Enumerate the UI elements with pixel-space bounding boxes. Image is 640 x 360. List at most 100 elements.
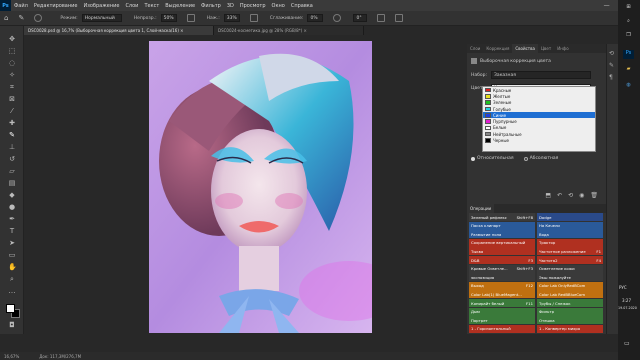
menu-filter[interactable]: Фильтр xyxy=(198,3,224,9)
rectangle-tool-icon[interactable]: ▭ xyxy=(8,252,16,259)
brush-preset-icon[interactable] xyxy=(34,14,43,22)
action-button-left[interactable]: Пасха клипарт xyxy=(469,221,535,230)
menu-3d[interactable]: 3D xyxy=(224,3,237,9)
hand-tool-icon[interactable]: ✋ xyxy=(8,264,17,271)
action-button-right[interactable]: Экш пожалуйте xyxy=(537,273,603,282)
brush-settings-icon[interactable]: ✎ xyxy=(609,62,614,69)
action-button-right[interactable]: Dodge xyxy=(537,213,603,221)
action-button-right[interactable]: Частотное разложение F1 xyxy=(537,247,603,256)
marquee-tool-icon[interactable]: ⬚ xyxy=(8,48,16,55)
document-size[interactable]: Док: 117,3M/276,7M xyxy=(39,354,81,359)
action-button-right[interactable]: Color Lab OnlyRedBCom xyxy=(537,281,603,290)
visibility-icon[interactable]: ◉ xyxy=(579,192,584,199)
eraser-tool-icon[interactable]: ▱ xyxy=(8,168,16,175)
pressure-size-icon[interactable] xyxy=(377,14,386,22)
action-button-left[interactable]: Копирайт белый F11 xyxy=(469,299,535,307)
tab-properties[interactable]: Свойства xyxy=(512,44,538,53)
menu-view[interactable]: Просмотр xyxy=(237,3,269,9)
language-indicator[interactable]: РУС xyxy=(619,285,627,290)
pressure-opacity-icon[interactable] xyxy=(186,14,195,22)
history-icon[interactable]: ⟲ xyxy=(609,50,614,57)
menu-layers[interactable]: Слои xyxy=(122,3,141,9)
more-tools-icon[interactable]: … xyxy=(8,288,16,295)
action-button-left[interactable]: экспозиция xyxy=(469,273,535,282)
action-button-left[interactable]: Тыква xyxy=(469,247,535,256)
minimize-icon[interactable]: — xyxy=(604,2,610,9)
foreground-color-swatch[interactable] xyxy=(6,304,15,313)
flow-field[interactable]: 33% xyxy=(223,14,240,22)
explorer-task-icon[interactable]: ▰ xyxy=(623,66,634,75)
search-icon[interactable]: ⌕ xyxy=(623,18,634,27)
action-button-right[interactable]: Трубы / Снежок xyxy=(537,299,603,307)
airbrush-icon[interactable] xyxy=(249,14,258,22)
action-button-right[interactable]: Осветление кожи xyxy=(537,264,603,273)
tab-document-1[interactable]: DSC0028.psd @ 16,7% (Выборочная коррекци… xyxy=(24,26,214,35)
tab-layers[interactable]: Слои xyxy=(467,44,483,53)
gradient-tool-icon[interactable]: ▤ xyxy=(8,180,16,187)
action-button-right[interactable]: Вода xyxy=(537,230,603,239)
notifications-icon[interactable]: ▭ xyxy=(624,340,630,347)
zoom-level[interactable]: 16,67% xyxy=(4,354,19,359)
menu-type[interactable]: Текст xyxy=(141,3,162,9)
zoom-tool-icon[interactable]: ⌕ xyxy=(8,276,16,283)
action-button-left[interactable]: Зеленый рефлекс Shift+F8 xyxy=(469,213,535,221)
frame-tool-icon[interactable]: ⊠ xyxy=(8,96,16,103)
action-button-left[interactable]: 1 - Горизонтальный xyxy=(469,324,535,333)
menu-help[interactable]: Справка xyxy=(288,3,316,9)
action-button-right[interactable]: 1 - Конвертер михро xyxy=(537,324,603,333)
menu-file[interactable]: Файл xyxy=(11,3,31,9)
lasso-tool-icon[interactable]: ◌ xyxy=(8,60,16,67)
move-tool-icon[interactable]: ✥ xyxy=(8,36,16,43)
action-button-left[interactable]: Портрет xyxy=(469,316,535,325)
mode-select[interactable]: Нормальный xyxy=(81,14,122,22)
stamp-tool-icon[interactable]: ⊥ xyxy=(8,144,16,151)
relative-radio[interactable]: Относительная xyxy=(471,156,514,161)
pen-tool-icon[interactable]: ✒ xyxy=(8,216,16,223)
previous-state-icon[interactable]: ↶ xyxy=(557,192,562,199)
task-view-icon[interactable]: ❐ xyxy=(623,32,634,41)
dropdown-option[interactable]: Черные xyxy=(483,137,595,143)
tab-actions[interactable]: Операции xyxy=(467,204,495,213)
dodge-tool-icon[interactable]: ● xyxy=(8,204,16,211)
menu-image[interactable]: Изображение xyxy=(80,3,122,9)
action-button-left[interactable]: Сохранение вертикальный xyxy=(469,238,535,247)
menu-edit[interactable]: Редактирование xyxy=(31,3,81,9)
tab-info[interactable]: Инфо xyxy=(554,44,571,53)
clip-to-layer-icon[interactable]: ⬒ xyxy=(545,192,551,199)
type-tool-icon[interactable]: T xyxy=(8,228,16,235)
home-icon[interactable]: ⌂ xyxy=(4,14,8,22)
clock-time[interactable]: 3:27 xyxy=(622,298,631,303)
paragraph-icon[interactable]: ¶ xyxy=(609,74,613,81)
absolute-radio[interactable]: Абсолютная xyxy=(523,156,558,161)
quick-mask-icon[interactable]: ◘ xyxy=(8,322,16,329)
action-button-left[interactable]: Color Lab(1) BlueMagent... xyxy=(469,290,535,299)
quick-select-tool-icon[interactable]: ✧ xyxy=(8,72,16,79)
start-icon[interactable]: ⊞ xyxy=(623,4,634,13)
menu-select[interactable]: Выделение xyxy=(162,3,198,9)
healing-tool-icon[interactable]: ✚ xyxy=(8,120,16,127)
gear-icon[interactable] xyxy=(333,14,342,22)
preset-select[interactable]: Заказная xyxy=(491,71,592,79)
angle-field[interactable]: 0° xyxy=(353,14,368,22)
eyedropper-tool-icon[interactable]: ⁄ xyxy=(8,108,16,115)
action-button-right[interactable]: Частота2 F4 xyxy=(537,256,603,264)
clock-date[interactable]: 19.07.2020 xyxy=(618,306,637,310)
menu-window[interactable]: Окно xyxy=(269,3,288,9)
action-button-right[interactable]: Отешка xyxy=(537,316,603,325)
action-button-right[interactable]: Трактор xyxy=(537,238,603,247)
reset-icon[interactable]: ⟲ xyxy=(568,192,573,199)
action-button-left[interactable]: Дым xyxy=(469,307,535,316)
history-brush-tool-icon[interactable]: ↺ xyxy=(8,156,16,163)
colors-dropdown[interactable]: Красные Желтые Зеленые Голубые Синие Пурпурны… xyxy=(482,86,596,152)
canvas-area[interactable] xyxy=(24,35,460,334)
action-button-left[interactable]: Выход F12 xyxy=(469,281,535,290)
action-button-left[interactable]: D&B F3 xyxy=(469,256,535,264)
photoshop-task-icon[interactable]: Ps xyxy=(623,50,634,59)
action-button-right[interactable]: Фильтр xyxy=(537,307,603,316)
action-button-left[interactable]: Размытие пола xyxy=(469,230,535,239)
path-select-tool-icon[interactable]: ➤ xyxy=(8,240,16,247)
smoothing-field[interactable]: 0% xyxy=(307,14,324,22)
opacity-field[interactable]: 50% xyxy=(160,14,177,22)
brush-tool-icon[interactable]: ✎ xyxy=(8,132,16,139)
blur-tool-icon[interactable]: ◆ xyxy=(8,192,16,199)
